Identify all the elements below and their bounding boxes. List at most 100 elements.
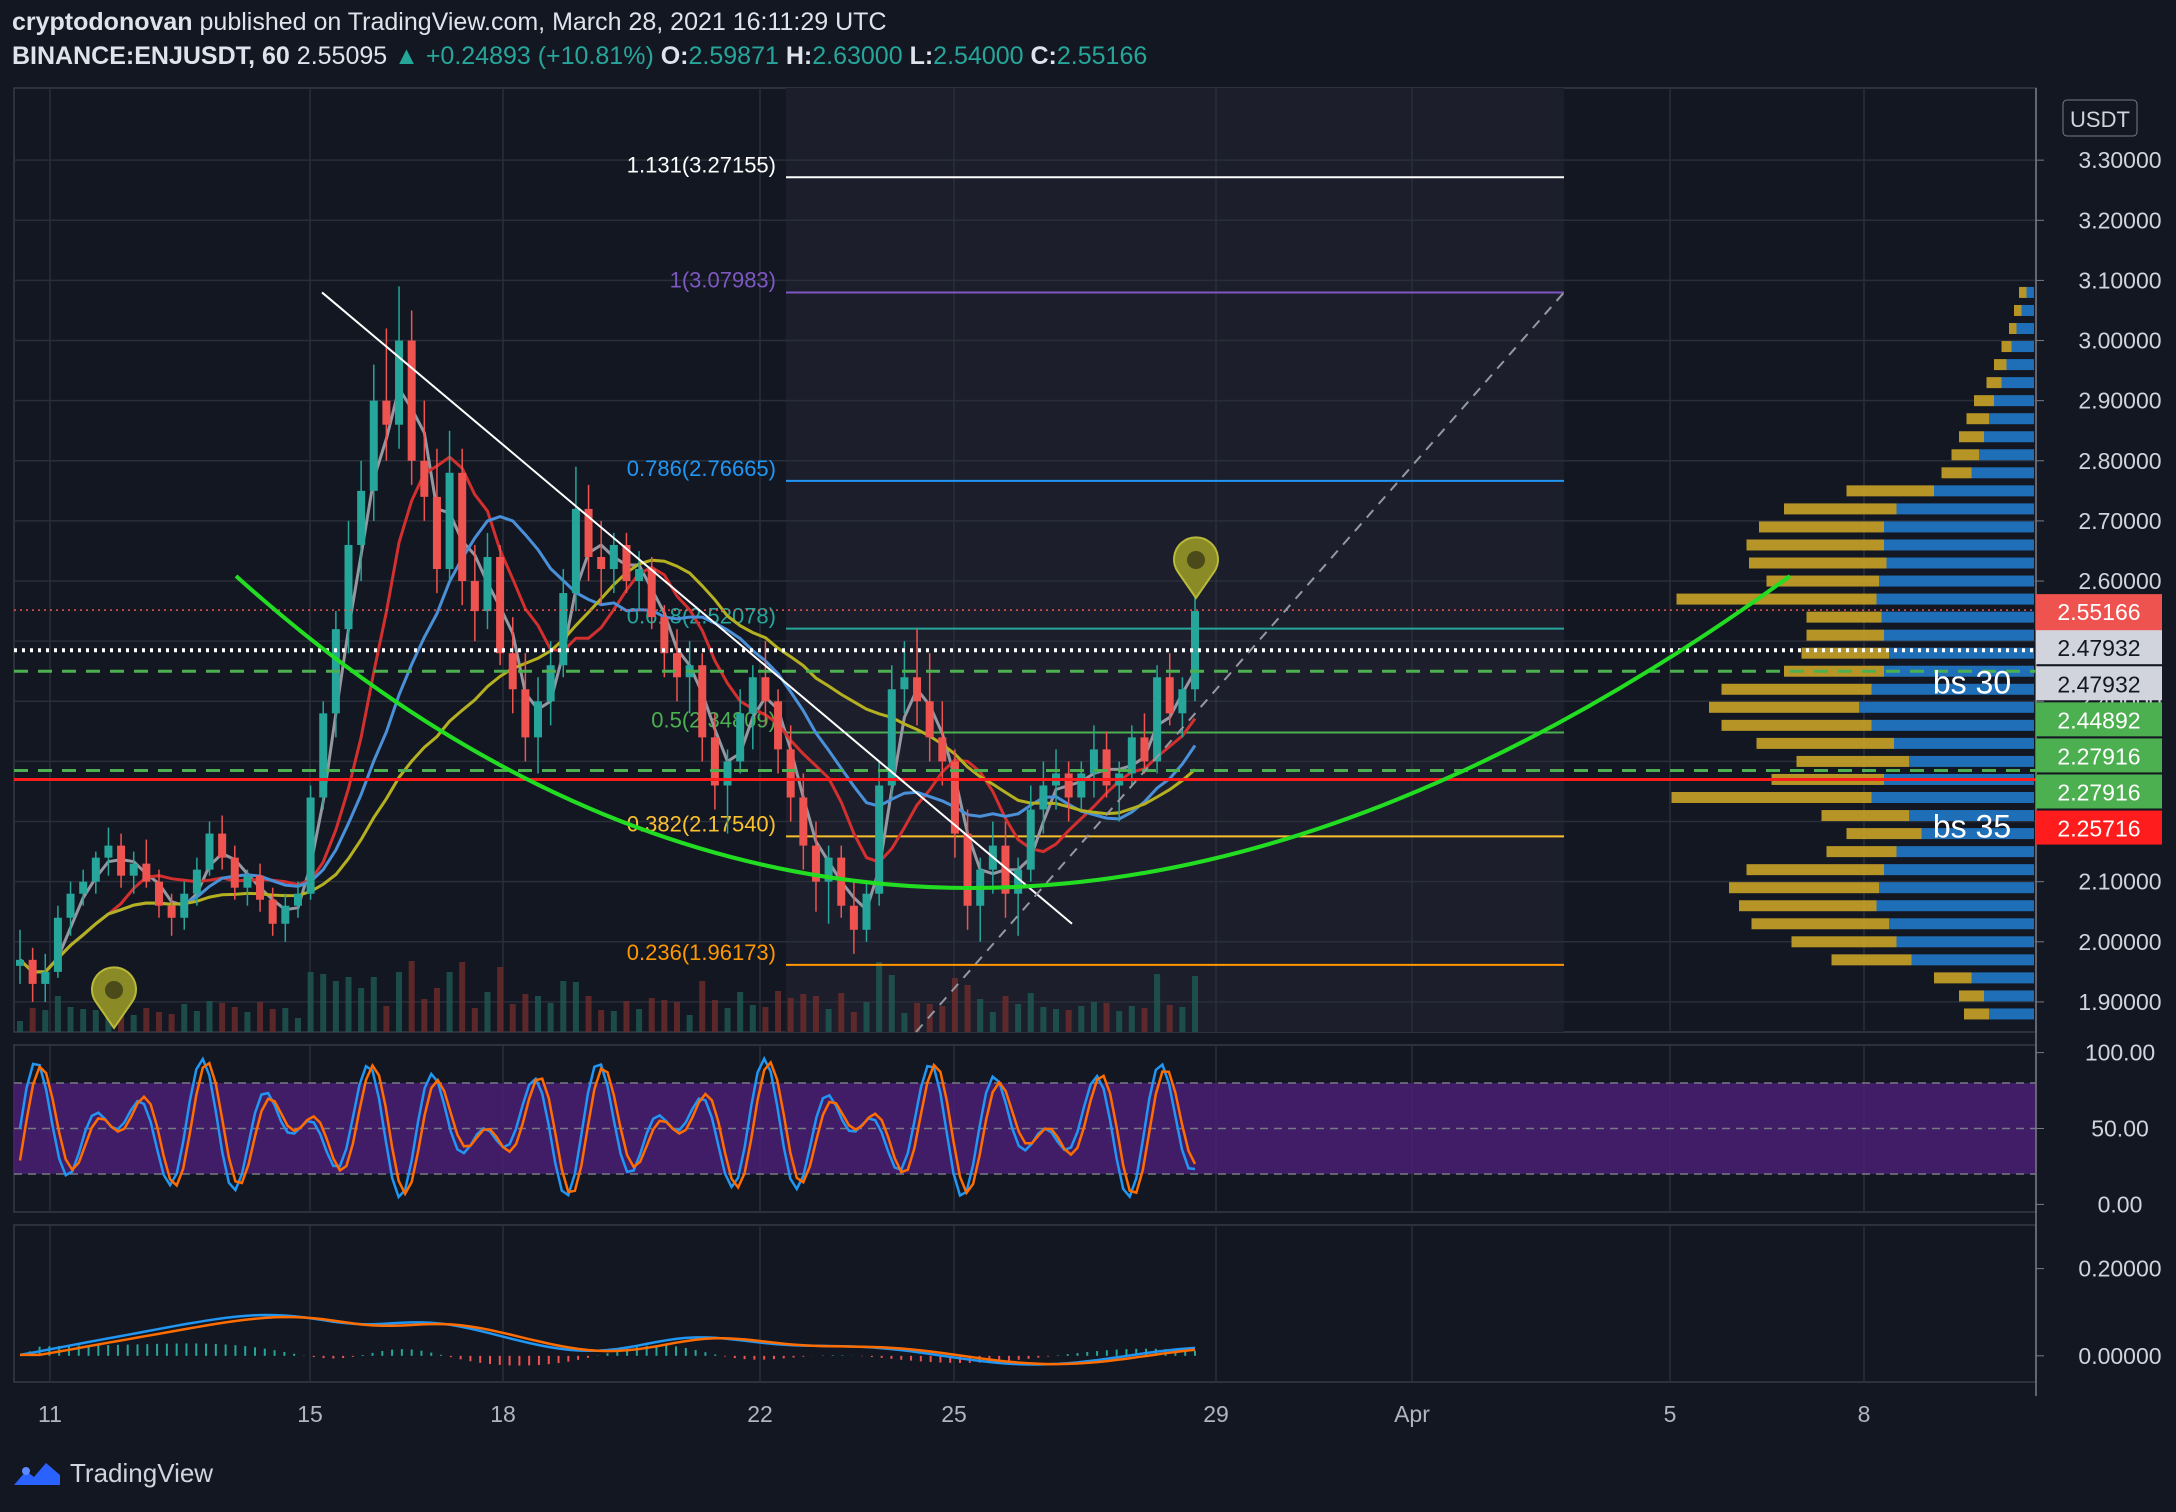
volume-bar [130, 1015, 137, 1032]
vp-buy [1749, 557, 1887, 569]
vp-sell [1896, 503, 2034, 515]
candle-body [344, 544, 353, 630]
volume-bar [345, 977, 352, 1032]
y-tick-label: 3.30000 [2078, 147, 2161, 173]
candle-body [407, 340, 416, 461]
vp-sell [1884, 521, 2034, 533]
candle-body [167, 905, 176, 918]
candle-body [16, 959, 24, 966]
volume-profile [1671, 286, 2034, 1020]
x-tick-label: 18 [490, 1401, 516, 1427]
price-tag: 2.25716 [2036, 810, 2162, 845]
candle-body [761, 677, 770, 702]
candle-body [799, 797, 808, 846]
candle-body [382, 400, 391, 425]
volume-bar [497, 967, 504, 1032]
y-tick-label: 3.10000 [2078, 267, 2161, 293]
candle-body [875, 785, 884, 894]
volume-bar [560, 981, 567, 1032]
volume-bar [269, 1009, 276, 1032]
candle-body [571, 508, 580, 594]
stoch-tick-label: 100.00 [2085, 1040, 2155, 1066]
price-tag: 2.47932 [2036, 630, 2162, 665]
vp-buy [1806, 629, 1884, 641]
volume-bar [433, 988, 440, 1032]
price-tag-label: 2.44892 [2057, 707, 2140, 733]
candle-body [900, 677, 909, 690]
candle-body [420, 460, 429, 497]
volume-bar [1090, 1002, 1097, 1032]
candle-body [243, 875, 252, 888]
volume-bar [42, 1010, 49, 1032]
y-tick-label: 2.00000 [2078, 929, 2161, 955]
candle-body [281, 905, 290, 924]
vp-buy [1784, 503, 1897, 515]
volume-bar [446, 972, 453, 1032]
pin-dot [105, 981, 123, 999]
vp-sell [1884, 539, 2034, 551]
vp-sell [1859, 701, 2034, 713]
volume-bar [1002, 996, 1009, 1032]
candle-body [66, 893, 75, 918]
x-tick-label: 8 [1858, 1401, 1871, 1427]
vp-buy [1959, 990, 1984, 1002]
candle-body [470, 581, 479, 612]
vp-buy [1746, 539, 1884, 551]
candle-body [268, 899, 277, 924]
volume-bar [977, 999, 984, 1032]
volume-bar [888, 975, 895, 1032]
candle-body [1039, 785, 1048, 810]
vp-sell [1994, 395, 2034, 407]
price-tag: 2.27916 [2036, 774, 2162, 809]
candle-body [192, 869, 201, 894]
candle-body [306, 797, 315, 894]
volume-bar [206, 1001, 213, 1032]
candle-body [1178, 689, 1187, 714]
vp-buy [1746, 864, 1884, 876]
chart-canvas[interactable]: 1.131(3.27155) 1(3.07983) 0.786(2.76665) 0.… [0, 0, 2176, 1440]
vp-sell [1984, 990, 2034, 1002]
volume-bar [522, 994, 529, 1032]
vp-buy [1791, 936, 1897, 948]
vp-sell [2011, 341, 2034, 353]
candle-body [104, 845, 113, 858]
candle-body [1064, 773, 1073, 798]
volume-bar [547, 1003, 554, 1032]
volume-bar [686, 1015, 693, 1032]
volume-bar [484, 992, 491, 1032]
x-tick-label: Apr [1394, 1401, 1430, 1427]
vp-buy [1934, 972, 1972, 984]
volume-bar [825, 1009, 832, 1032]
vp-buy [2009, 323, 2017, 335]
stoch-tick-label: 0.00 [2098, 1191, 2143, 1217]
candle-body [293, 893, 302, 906]
y-tick-label: 2.60000 [2078, 568, 2161, 594]
candle-body [913, 677, 922, 702]
vp-sell [1971, 972, 2034, 984]
candle-body [1165, 677, 1174, 714]
x-tick-label: 29 [1203, 1401, 1229, 1427]
volume-bar [749, 1005, 756, 1032]
vp-sell [1989, 1008, 2034, 1020]
volume-bar [1015, 1004, 1022, 1032]
x-tick-label: 15 [297, 1401, 323, 1427]
candle-body [1127, 737, 1136, 774]
tradingview-footer[interactable]: TradingView [12, 1458, 213, 1489]
vp-buy [1756, 737, 1894, 749]
volume-bar [396, 972, 403, 1032]
candle-body [28, 959, 37, 984]
annotation-label: bs 35 [1933, 809, 2011, 845]
candle-body [458, 472, 467, 582]
volume-bar [661, 1000, 668, 1032]
candle-body [369, 400, 378, 491]
candle-body [256, 875, 265, 900]
volume-bar [29, 1008, 36, 1032]
candle-body [723, 761, 732, 786]
candle-body [672, 653, 681, 678]
candle-body [180, 893, 189, 918]
volume-bar [787, 998, 794, 1032]
volume-bar [17, 1021, 23, 1032]
candle-body [862, 893, 871, 930]
vp-sell [1876, 900, 2034, 912]
volume-bar [332, 981, 339, 1032]
